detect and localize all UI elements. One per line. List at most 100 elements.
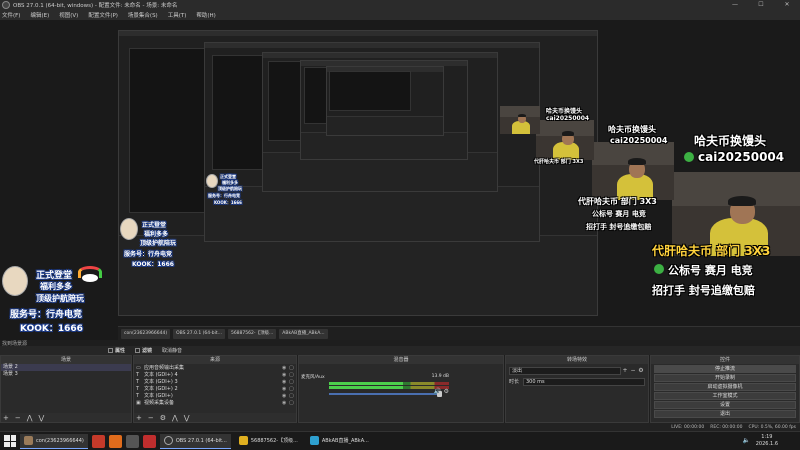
transition-gear-icon[interactable]: ⚙	[637, 367, 645, 375]
source-label: 文本 (GDI+) 4	[144, 372, 178, 378]
mixer-channel: 麦克风/Aux 13.9 dB 🔊 ⚙	[301, 374, 451, 400]
duration-input[interactable]: 300 ms	[523, 377, 645, 386]
menu-profile[interactable]: 配置文件(P)	[88, 11, 118, 19]
scene-item[interactable]: 场景 3	[1, 371, 131, 378]
lock-icon[interactable]: ▢	[289, 365, 296, 371]
remove-source-button[interactable]: −	[148, 414, 154, 422]
source-item[interactable]: ▭ 应用音频输出采集 ◉ ▢	[134, 364, 296, 372]
eye-icon[interactable]: ◉	[282, 372, 289, 378]
menu-edit[interactable]: 编辑(E)	[30, 11, 49, 19]
app-icon[interactable]	[91, 434, 105, 448]
minimize-button[interactable]: —	[722, 0, 748, 10]
transition-select[interactable]: 淡出	[509, 366, 621, 375]
maximize-button[interactable]: ☐	[748, 0, 774, 10]
obs-logo-icon	[2, 1, 10, 9]
remove-transition-button[interactable]: −	[629, 367, 637, 375]
close-button[interactable]: ✕	[774, 0, 800, 10]
promo-line-5: KOOK：1666	[214, 200, 242, 205]
cpu-fps: CPU: 0.5%, 60.00 fps	[748, 424, 797, 430]
gear-icon[interactable]: ⚙	[444, 388, 449, 395]
eye-icon[interactable]: ◉	[282, 365, 289, 371]
promo-line-5: KOOK：1666	[20, 324, 83, 334]
menu-file[interactable]: 文件(F)	[2, 11, 20, 19]
settings-button[interactable]: 设置	[654, 401, 796, 409]
lock-icon[interactable]: ▢	[289, 372, 296, 378]
eye-icon[interactable]: ◉	[282, 379, 289, 385]
taskbar-app[interactable]: 56887562-【顶级...	[235, 434, 302, 449]
nested-task: OBS 27.0.1 (64-bit...	[173, 328, 225, 339]
eye-icon[interactable]: ◉	[282, 400, 289, 406]
volume-slider[interactable]	[329, 391, 442, 397]
menu-scene-collection[interactable]: 场景集合(S)	[128, 11, 158, 19]
caption-recruit: 招打手 封号追缴包赔	[652, 284, 755, 297]
title-bar: OBS 27.0.1 (64-bit, windows) - 配置文件: 未命名…	[0, 0, 800, 10]
window-title: OBS 27.0.1 (64-bit, windows) - 配置文件: 未命名…	[13, 3, 178, 9]
menu-help[interactable]: 帮助(H)	[196, 11, 215, 19]
scene-item[interactable]: 场景 2	[1, 364, 131, 371]
source-item[interactable]: T 文本 (GDI+) ◉ ▢	[134, 392, 296, 400]
source-properties-button[interactable]: ⚙	[160, 414, 166, 422]
caption-account: 公标号 赛月 电竞	[668, 264, 753, 277]
add-scene-button[interactable]: +	[3, 414, 9, 422]
volume-meter	[329, 382, 449, 385]
sources-dock: 来源 ▭ 应用音频输出采集 ◉ ▢ T 文本 (GDI+) 4 ◉ ▢ T 文本 (GDI+) 3…	[133, 355, 297, 423]
move-up-button[interactable]: ⋀	[27, 414, 33, 422]
app-icon[interactable]	[108, 434, 122, 448]
source-item[interactable]: T 文本 (GDI+) 4 ◉ ▢	[134, 371, 296, 379]
move-up-button[interactable]: ⋀	[172, 414, 178, 422]
eye-icon[interactable]: ◉	[282, 393, 289, 399]
speaker-icon[interactable]: 🔊	[434, 388, 441, 395]
remove-scene-button[interactable]: −	[15, 414, 21, 422]
lock-icon[interactable]: ▢	[289, 386, 296, 392]
webcam-frame-tiny	[500, 106, 540, 134]
taskbar-app[interactable]: ABkAB直播_ABkA...	[306, 434, 373, 449]
taskbar-obs[interactable]: OBS 27.0.1 (64-bit...	[159, 433, 231, 449]
lock-icon[interactable]: ▢	[289, 400, 296, 406]
stop-stream-button[interactable]: 停止推流	[654, 365, 796, 373]
transitions-title: 转场特效	[506, 356, 648, 364]
unmute-button[interactable]: 取消静音	[162, 347, 182, 354]
caption-id: cai20250004	[698, 150, 785, 164]
source-item[interactable]: ▣ 视频采集设备 ◉ ▢	[134, 399, 296, 407]
volume-icon[interactable]: 🔈	[743, 437, 750, 444]
promo-panel-mid: 正式登堂 福利多多 顶级护航陪玩 服务号：行舟电竞 KOOK：1666	[118, 214, 198, 274]
eye-icon[interactable]: ◉	[282, 386, 289, 392]
menu-tools[interactable]: 工具(T)	[168, 11, 187, 19]
promo-line-2: 福利多多	[144, 231, 169, 238]
app-icon[interactable]	[142, 434, 156, 448]
promo-line-1: 正式登堂	[142, 222, 167, 229]
add-transition-button[interactable]: +	[621, 367, 629, 375]
taskbar-app[interactable]: con(23623966644)	[20, 433, 88, 449]
wechat-icon	[684, 152, 694, 162]
app-icon[interactable]	[125, 434, 139, 448]
exit-button[interactable]: 退出	[654, 410, 796, 418]
transitions-dock: 转场特效 淡出 + − ⚙ 时长 300 ms	[505, 355, 649, 423]
source-label: 文本 (GDI+) 3	[144, 379, 178, 385]
preview-canvas[interactable]: 哈夫币换馒头 cai20250004 代肝哈夫币 部门 3X3 公标号 赛月 电…	[0, 20, 800, 340]
move-down-button[interactable]: ⋁	[184, 414, 190, 422]
scenes-dock: 场景 场景 2 场景 3 + − ⋀ ⋁	[0, 355, 132, 423]
menu-view[interactable]: 视图(V)	[59, 11, 78, 19]
mixer-title: 混音器	[299, 356, 503, 364]
lock-icon[interactable]: ▢	[289, 379, 296, 385]
virtual-camera-button[interactable]: 启动虚拟摄像机	[654, 383, 796, 391]
channel-name: 麦克风/Aux	[301, 375, 325, 380]
promo-panel-small: 正式登堂 福利多多 顶级护航陪玩 服务号：行舟电竞 KOOK：1666	[204, 172, 260, 212]
start-icon[interactable]	[4, 435, 16, 447]
taskbar-clock[interactable]: 1:19 2026.1.6	[756, 434, 778, 448]
meter-level	[329, 386, 404, 389]
filters-button[interactable]: 滤镜	[135, 347, 152, 354]
add-source-button[interactable]: +	[136, 414, 142, 422]
preview-toolbar: 属性 滤镜 取消静音	[0, 346, 800, 355]
lock-icon[interactable]: ▢	[289, 393, 296, 399]
caption-exchange: 哈夫币换馒头	[694, 134, 767, 148]
start-recording-button[interactable]: 开始录制	[654, 374, 796, 382]
nested-task: con(23623966644)	[121, 328, 171, 339]
caption-service-mid: 代肝哈夫币 部门 3X3	[578, 197, 657, 206]
windows-taskbar: con(23623966644) OBS 27.0.1 (64-bit... 5…	[0, 431, 800, 450]
move-down-button[interactable]: ⋁	[39, 414, 45, 422]
studio-mode-button[interactable]: 工作室模式	[654, 392, 796, 400]
source-item[interactable]: T 文本 (GDI+) 2 ◉ ▢	[134, 385, 296, 393]
source-item[interactable]: T 文本 (GDI+) 3 ◉ ▢	[134, 378, 296, 386]
properties-button[interactable]: 属性	[108, 347, 125, 354]
